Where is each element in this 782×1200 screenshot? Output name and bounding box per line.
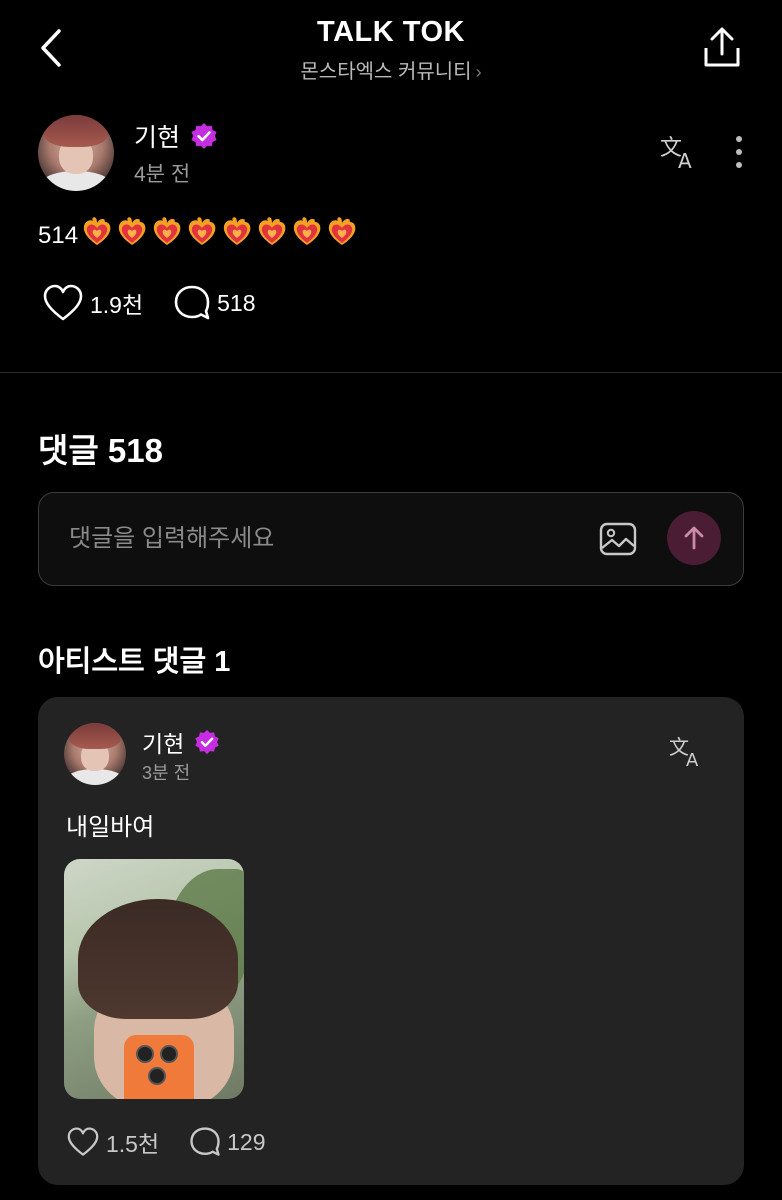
fire-heart-emoji <box>258 217 286 245</box>
chevron-right-icon: › <box>475 62 482 82</box>
top-bar: TALK TOK 몬스타엑스 커뮤니티 › <box>0 0 782 100</box>
fire-heart-emoji <box>328 217 356 245</box>
translate-button[interactable]: 文 A <box>666 733 706 769</box>
author-name[interactable]: 기현 <box>134 118 180 154</box>
comment-bubble-icon <box>174 285 210 320</box>
comment-text: 내일바여 <box>66 814 155 841</box>
page-title: TALK TOK <box>317 16 465 48</box>
comment-bubble-icon <box>190 1127 220 1156</box>
artist-comment-card: 기현 3분 전 文 A 내일바여 1.5천 129 <box>38 697 744 1185</box>
send-button[interactable] <box>667 511 721 565</box>
comment-time: 3분 전 <box>142 763 191 783</box>
comment-composer <box>38 492 744 586</box>
more-dot <box>736 149 742 155</box>
community-name: 몬스타엑스 커뮤니티 <box>300 61 472 83</box>
like-button[interactable]: 1.5천 <box>66 1125 159 1159</box>
comment-photo[interactable] <box>64 859 244 1099</box>
share-icon <box>704 27 740 67</box>
like-count: 1.9천 <box>90 292 144 318</box>
fire-heart-emoji <box>83 217 111 245</box>
share-button[interactable] <box>700 24 744 70</box>
post-text: 514 <box>38 221 79 249</box>
translate-icon: 文 A <box>660 136 692 171</box>
more-vertical-icon <box>736 136 742 142</box>
post-time: 4분 전 <box>134 163 191 186</box>
fire-heart-emoji <box>223 217 251 245</box>
attach-image-button[interactable] <box>597 519 639 559</box>
more-dot <box>736 162 742 168</box>
translate-button[interactable]: 文 A <box>656 132 700 172</box>
like-button[interactable]: 1.9천 <box>42 284 143 322</box>
fire-heart-emoji <box>293 217 321 245</box>
svg-text:A: A <box>678 149 692 171</box>
verified-icon <box>195 729 220 755</box>
fire-heart-emoji <box>118 217 146 245</box>
svg-text:A: A <box>686 750 699 768</box>
more-options-button[interactable] <box>724 132 754 172</box>
community-link[interactable]: 몬스타엑스 커뮤니티 › <box>0 55 782 84</box>
translate-icon: 文 A <box>669 735 699 768</box>
post-actions: 1.9천 518 <box>42 284 256 322</box>
reply-button[interactable]: 129 <box>189 1126 266 1158</box>
comment-actions: 1.5천 129 <box>66 1125 266 1159</box>
like-count: 1.5천 <box>106 1131 160 1157</box>
emoji-row <box>78 216 358 255</box>
post: 기현 4분 전 文 A 514 1.9천 518 <box>0 112 782 372</box>
comment-input[interactable] <box>69 517 569 561</box>
comments-heading: 댓글 518 <box>38 432 163 469</box>
send-arrow-icon <box>684 526 704 550</box>
fire-heart-emoji <box>188 217 216 245</box>
comment-count: 518 <box>217 289 256 316</box>
verified-icon <box>191 123 217 149</box>
heart-icon <box>43 284 83 321</box>
divider <box>0 372 782 373</box>
fire-heart-emoji <box>153 217 181 245</box>
reply-count: 129 <box>227 1128 266 1155</box>
avatar[interactable] <box>38 115 114 191</box>
comment-author-row: 기현 <box>142 725 220 759</box>
avatar[interactable] <box>64 723 126 785</box>
image-icon <box>599 522 637 556</box>
comment-button[interactable]: 518 <box>173 284 256 322</box>
author-row: 기현 <box>134 118 218 154</box>
artist-comments-heading: 아티스트 댓글 1 <box>38 646 231 678</box>
comment-author[interactable]: 기현 <box>142 725 184 759</box>
post-body: 514 <box>38 216 358 255</box>
heart-icon <box>67 1127 99 1156</box>
